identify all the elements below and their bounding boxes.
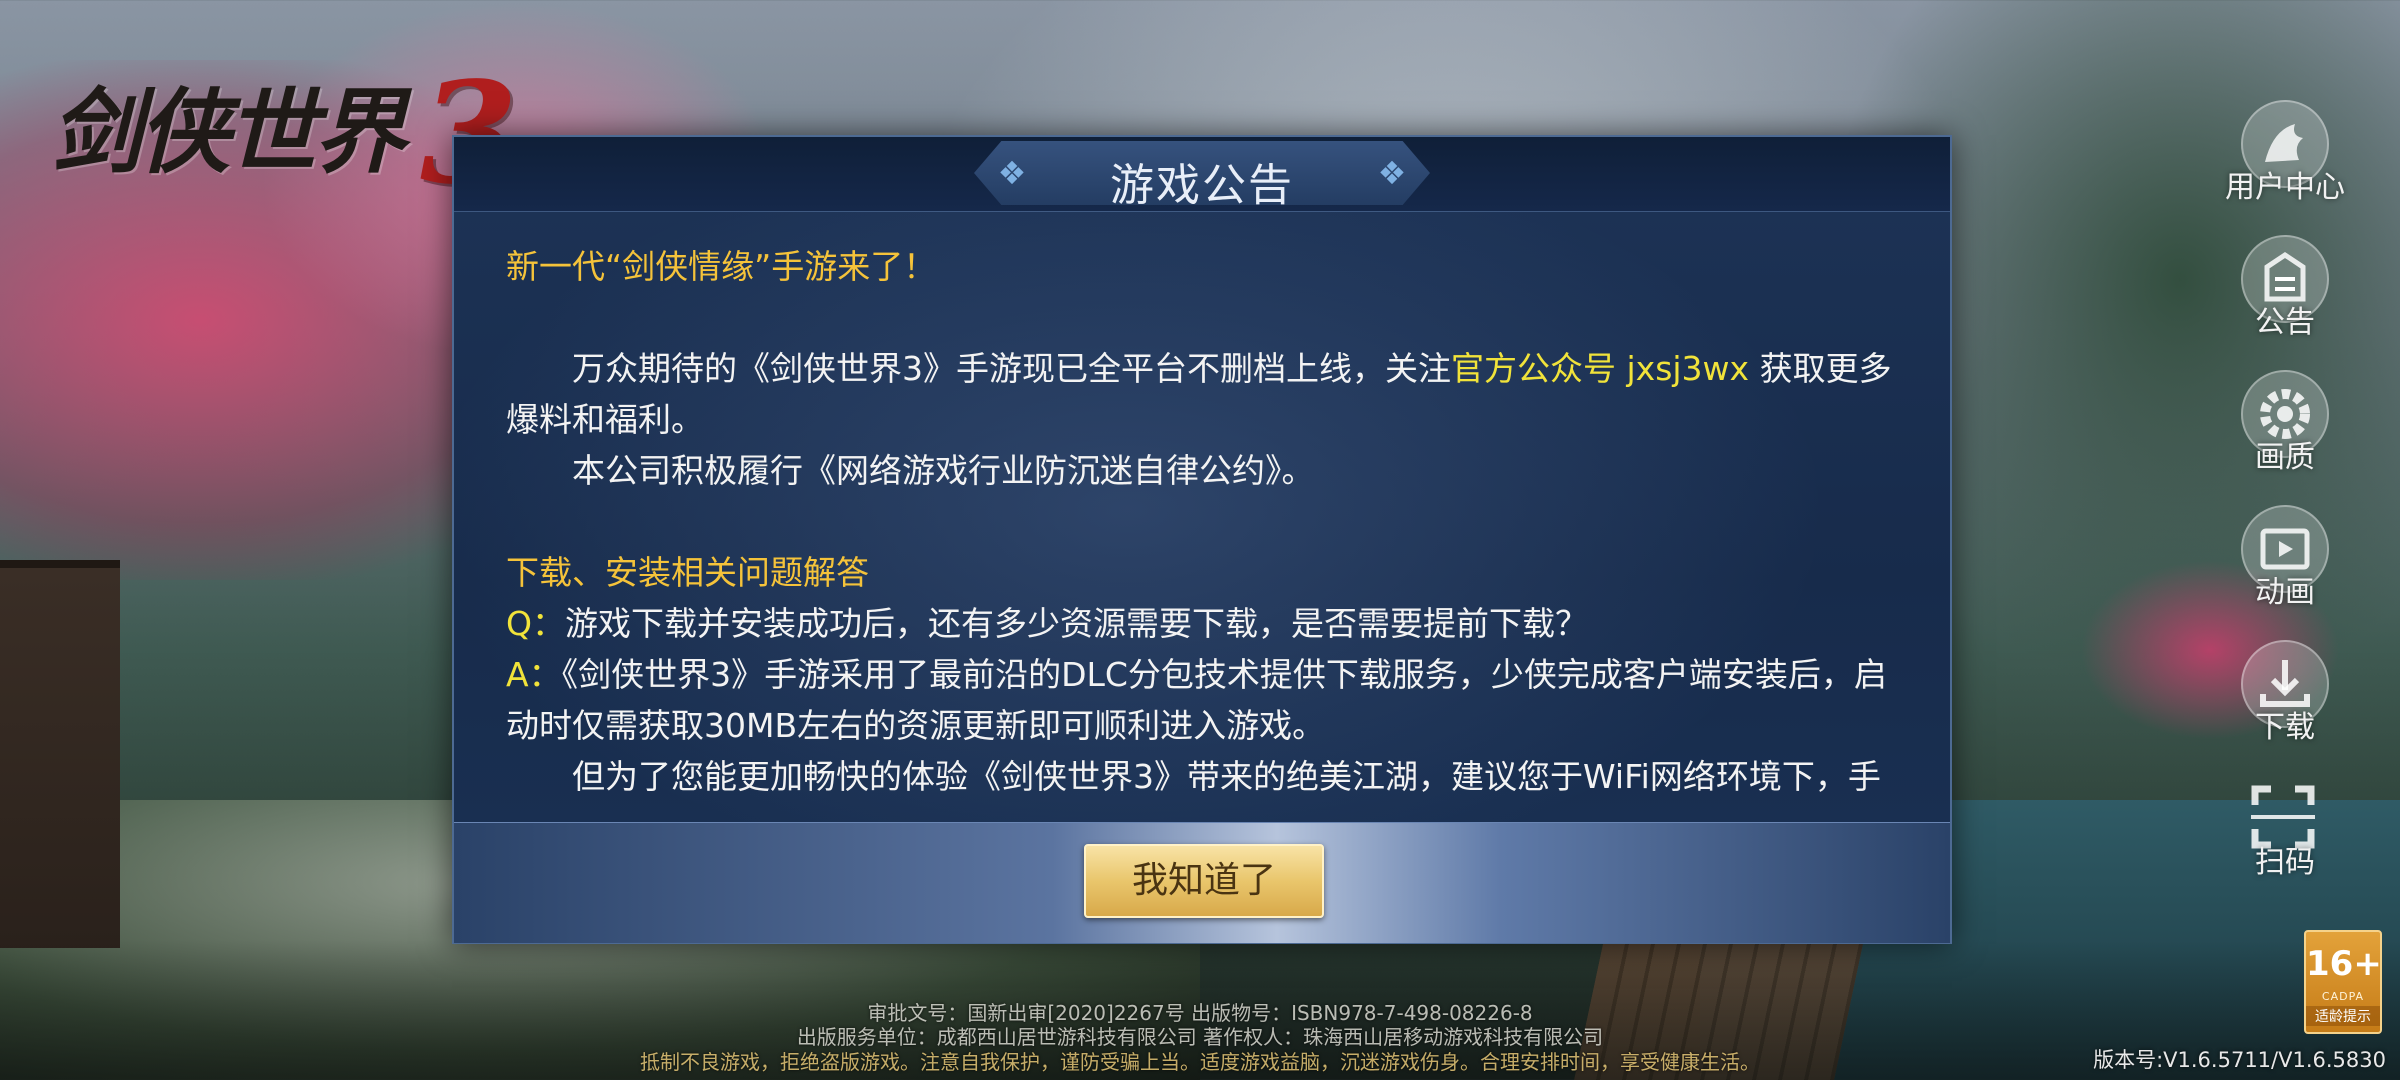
paragraph-3: 但为了您能更加畅快的体验《剑侠世界3》带来的绝美江湖，建议您于WiFi网络环境下… [572, 757, 1881, 796]
side-item-download[interactable]: 下载 [2200, 640, 2370, 760]
side-item-label: 扫码 [2255, 845, 2315, 880]
q-text: 游戏下载并安装成功后，还有多少资源需要下载，是否需要提前下载？ [564, 604, 1588, 643]
rating-org: CADPA [2321, 990, 2365, 1003]
side-item-label: 下载 [2255, 710, 2315, 745]
side-item-notice[interactable]: 公告 [2200, 235, 2370, 355]
side-item-label: 用户中心 [2225, 170, 2345, 205]
side-item-label: 公告 [2255, 305, 2315, 340]
version-number: 版本号:V1.6.5711/V1.6.5830 [2093, 1048, 2386, 1072]
answer: A：《剑侠世界3》手游采用了最前沿的DLC分包技术提供下载服务，少侠完成客户端安… [506, 649, 1898, 751]
health-notice: 抵制不良游戏，拒绝盗版游戏。注意自我保护，谨防受骗上当。适度游戏益脑，沉迷游戏伤… [640, 1050, 1760, 1074]
paragraph-1: 万众期待的《剑侠世界3》手游现已全平台不删档上线，关注官方公众号 jxsj3wx… [506, 343, 1898, 445]
side-item-scan[interactable]: 扫码 [2200, 775, 2370, 895]
paragraph-2: 本公司积极履行《网络游戏行业防沉迷自律公约》。 [572, 451, 1315, 490]
dialog-header: ❖ 游戏公告 ❖ [454, 137, 1950, 212]
title-plate: ❖ 游戏公告 ❖ [974, 141, 1430, 205]
hut [0, 560, 120, 948]
a-label: A： [506, 655, 562, 694]
side-item-quality[interactable]: 画质 [2200, 370, 2370, 490]
a-text: 《剑侠世界3》手游采用了最前沿的DLC分包技术提供下载服务，少侠完成客户端安装后… [506, 655, 1887, 745]
q-label: Q： [506, 604, 565, 643]
announcement-heading: 新一代“剑侠情缘”手游来了！ [506, 247, 937, 286]
question: Q：游戏下载并安装成功后，还有多少资源需要下载，是否需要提前下载？ [506, 598, 1898, 649]
announcement-dialog: ❖ 游戏公告 ❖ 新一代“剑侠情缘”手游来了！ 万众期待的《剑侠世界3》手游现已… [452, 135, 1952, 957]
paragraph-1-text: 万众期待的《剑侠世界3》手游现已全平台不删档上线，关注 [572, 349, 1451, 388]
side-item-label: 画质 [2255, 440, 2315, 475]
side-item-label: 动画 [2255, 575, 2315, 610]
ok-button[interactable]: 我知道了 [1084, 844, 1324, 918]
side-item-animation[interactable]: 动画 [2200, 505, 2370, 625]
age-hint: 适龄提示 [2306, 1006, 2380, 1026]
dialog-title: 游戏公告 [1110, 160, 1294, 211]
logo-text: 剑侠世界 [50, 78, 406, 186]
age-rating: 16+ [2306, 944, 2382, 984]
side-item-user-center[interactable]: 用户中心 [2200, 100, 2370, 220]
age-rating-badge[interactable]: 16+ CADPA 适龄提示 [2304, 930, 2382, 1034]
ornament-icon: ❖ [1377, 154, 1407, 192]
official-account-link: 官方公众号 jxsj3wx [1451, 349, 1750, 388]
section-title: 下载、安装相关问题解答 [506, 553, 869, 592]
announcement-content[interactable]: 新一代“剑侠情缘”手游来了！ 万众期待的《剑侠世界3》手游现已全平台不删档上线，… [506, 241, 1898, 849]
